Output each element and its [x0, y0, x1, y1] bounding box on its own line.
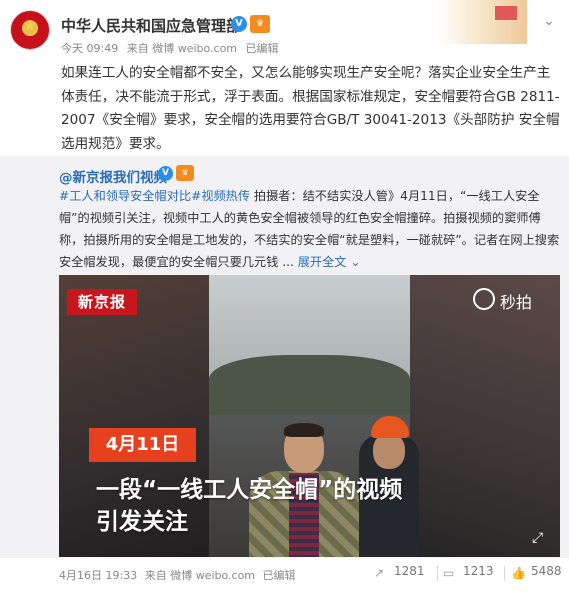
repost-time[interactable]: 4月16日 19:33: [59, 569, 137, 582]
member-icon[interactable]: ♛: [250, 15, 270, 33]
divider: [437, 566, 438, 581]
hashtag-link[interactable]: #工人和领导安全帽对比#: [59, 189, 201, 203]
repost-text: #工人和领导安全帽对比#视频热传 拍摄者：结不结实没人管》4月11日，“一线工人…: [59, 185, 561, 273]
second-worker-head: [373, 433, 405, 469]
repost-meta: 4月16日 19:33 来自 微博 weibo.com 已编辑: [59, 567, 300, 583]
repost-count-button[interactable]: ↗ 1281: [374, 564, 425, 580]
divider: [504, 566, 505, 581]
member-icon[interactable]: ♛: [176, 165, 194, 181]
chevron-down-icon[interactable]: ⌄: [540, 12, 558, 30]
post-text: 如果连工人的安全帽都不安全，又怎么能够实现生产安全呢？落实企业安全生产主体责任，…: [61, 65, 560, 152]
verified-icon: V: [231, 16, 247, 32]
video-caption-line2: 引发关注: [96, 509, 188, 535]
comment-count: 1213: [463, 564, 494, 578]
repost-author[interactable]: @新京报我们视频: [59, 166, 167, 186]
thumbs-up-icon: 👍: [511, 566, 526, 580]
repost-source[interactable]: 来自 微博 weibo.com: [145, 569, 255, 582]
video-caption-line1: 一段“一线工人安全帽”的视频: [96, 477, 403, 503]
video-right-blur: [410, 275, 560, 557]
expand-link[interactable]: 展开全文: [298, 255, 347, 269]
repost-block: @新京报我们视频 V ♛ #工人和领导安全帽对比#视频热传 拍摄者：结不结实没人…: [0, 156, 569, 558]
like-count: 5488: [531, 564, 562, 578]
miaopai-logo-icon: [473, 288, 495, 310]
video-date-badge: 4月11日: [89, 428, 196, 462]
flag-icon: [495, 6, 517, 20]
post-author[interactable]: 中华人民共和国应急管理部: [61, 15, 241, 36]
video-tag-link[interactable]: 视频热传: [201, 189, 250, 203]
post-meta: 今天 09:49 来自 微博 weibo.com 已编辑: [61, 40, 284, 56]
repost-edited[interactable]: 已编辑: [263, 569, 296, 582]
share-icon: ↗: [374, 566, 385, 580]
card-decoration-banner: [437, 0, 527, 44]
emblem-star-icon: ★: [24, 19, 36, 34]
comment-count-button[interactable]: ▭ 1213: [443, 564, 494, 580]
video-channel-logo: 新京报: [67, 289, 137, 315]
red-helmet: [371, 416, 409, 438]
post-source[interactable]: 来自 微博 weibo.com: [127, 42, 237, 55]
weibo-post-card: ★ 中华人民共和国应急管理部 V ♛ ⌄ 今天 09:49 来自 微博 weib…: [0, 0, 569, 596]
video-watermark: 秒拍: [500, 293, 533, 312]
like-count-button[interactable]: 👍 5488: [511, 564, 562, 580]
verified-icon: V: [158, 166, 173, 181]
post-time[interactable]: 今天 09:49: [61, 42, 118, 55]
video-player[interactable]: 新京报 秒拍 4月11日 一段“一线工人安全帽”的视频 引发关注 ⤢: [59, 275, 560, 557]
fullscreen-icon[interactable]: ⤢: [532, 529, 550, 547]
chevron-down-icon[interactable]: ⌄: [347, 255, 360, 269]
worker-hair: [284, 423, 324, 437]
avatar[interactable]: ★: [10, 10, 50, 50]
video-trees: [209, 355, 410, 415]
post-edited[interactable]: 已编辑: [246, 42, 279, 55]
comment-icon: ▭: [443, 566, 455, 580]
repost-count: 1281: [394, 564, 425, 578]
video-caption: 一段“一线工人安全帽”的视频 引发关注: [96, 474, 402, 538]
